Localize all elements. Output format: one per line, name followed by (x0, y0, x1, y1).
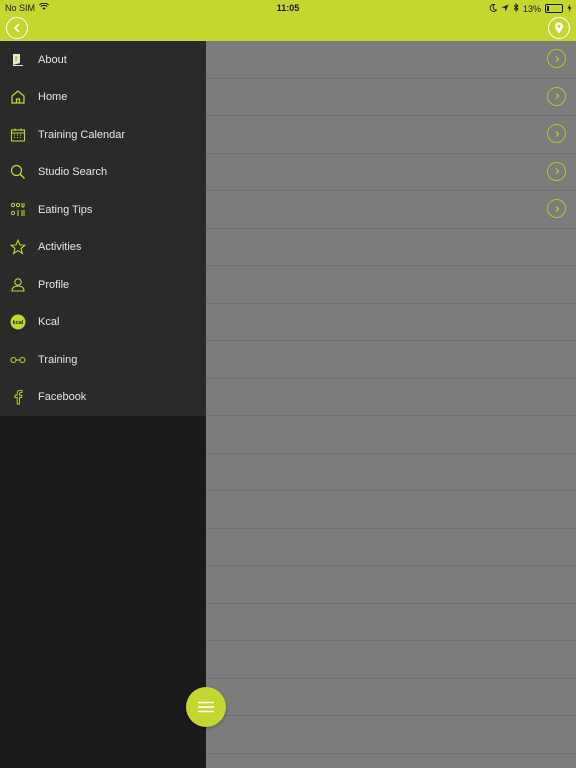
list-item[interactable] (206, 79, 576, 116)
chevron-right-icon[interactable] (547, 86, 566, 106)
charging-icon (567, 3, 572, 14)
location-arrow-icon (501, 4, 509, 14)
menu-item-training[interactable]: Training (0, 341, 206, 379)
list-item (206, 491, 576, 529)
list-item[interactable] (206, 116, 576, 154)
menu-item-label: Kcal (38, 316, 60, 329)
list-item (206, 416, 576, 454)
menu-item-home[interactable]: Home (0, 79, 206, 117)
star-icon (7, 236, 29, 258)
list-item (206, 529, 576, 566)
chevron-right-icon[interactable] (547, 199, 566, 218)
list-item (206, 379, 576, 416)
side-drawer: About Home Training Calendar Studio Sear… (0, 41, 206, 768)
battery-percent: 13% (522, 3, 541, 14)
moon-icon (489, 3, 498, 14)
menu-item-label: Profile (38, 278, 70, 291)
list-item (206, 716, 576, 754)
menu-item-training-calendar[interactable]: Training Calendar (0, 116, 206, 154)
menu-item-label: Home (38, 91, 68, 104)
chevron-right-icon[interactable] (547, 161, 566, 181)
menu-item-facebook[interactable]: Facebook (0, 379, 206, 417)
content-list (206, 41, 576, 768)
about-icon (7, 49, 29, 71)
home-icon (7, 86, 29, 108)
list-item (206, 604, 576, 641)
menu-item-studio-search[interactable]: Studio Search (0, 154, 206, 192)
status-bar: No SIM 11:05 13% (0, 0, 576, 16)
list-item (206, 566, 576, 604)
menu-item-profile[interactable]: Profile (0, 266, 206, 304)
list-item (206, 641, 576, 679)
chevron-left-icon (13, 23, 20, 33)
list-item (206, 266, 576, 304)
menu-item-activities[interactable]: Activities (0, 229, 206, 267)
eating-tips-icon (7, 199, 29, 221)
kcal-badge-text: kcal (13, 320, 24, 326)
app-header (0, 16, 576, 41)
battery-icon (545, 4, 563, 13)
list-item (206, 304, 576, 341)
menu-item-label: Activities (38, 241, 82, 254)
location-pin-icon (555, 22, 563, 34)
menu-item-label: Studio Search (38, 166, 108, 179)
list-item (206, 454, 576, 491)
profile-icon (7, 274, 29, 296)
drawer-menu: About Home Training Calendar Studio Sear… (0, 41, 206, 416)
facebook-icon (7, 386, 29, 408)
chevron-right-icon[interactable] (547, 124, 566, 143)
menu-item-label: Training (38, 353, 78, 366)
list-item[interactable] (206, 191, 576, 229)
menu-item-label: Training Calendar (38, 128, 126, 141)
menu-item-label: About (38, 53, 67, 66)
menu-item-label: Eating Tips (38, 203, 93, 216)
location-button[interactable] (548, 17, 570, 39)
list-item (206, 341, 576, 379)
list-item[interactable] (206, 41, 576, 79)
menu-item-eating-tips[interactable]: Eating Tips (0, 191, 206, 229)
menu-item-label: Facebook (38, 391, 87, 404)
list-item (206, 229, 576, 266)
calendar-icon (7, 124, 29, 146)
menu-item-kcal[interactable]: kcal Kcal (0, 304, 206, 342)
back-button[interactable] (6, 17, 28, 39)
dumbbell-icon (7, 349, 29, 371)
hamburger-icon (198, 701, 214, 713)
list-item[interactable] (206, 154, 576, 191)
menu-item-about[interactable]: About (0, 41, 206, 79)
chevron-right-icon[interactable] (547, 49, 566, 68)
bluetooth-icon (513, 2, 519, 14)
menu-toggle-button[interactable] (186, 687, 226, 727)
search-icon (7, 161, 29, 183)
list-item (206, 679, 576, 716)
kcal-icon: kcal (7, 311, 29, 333)
